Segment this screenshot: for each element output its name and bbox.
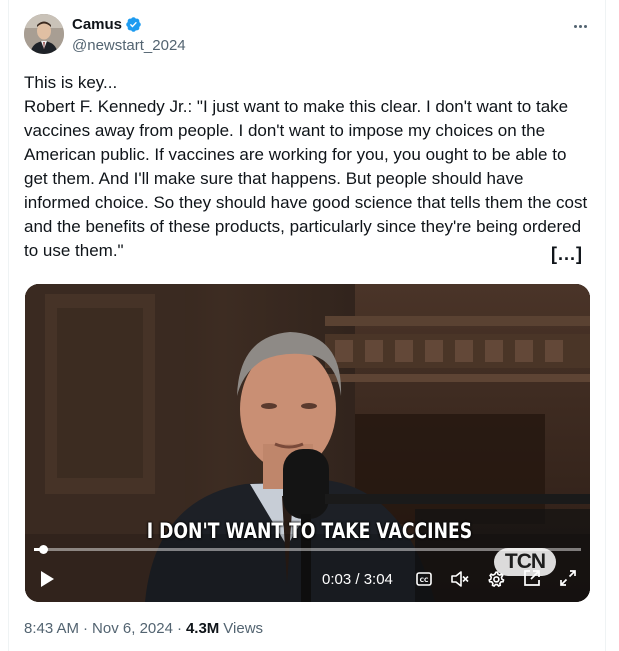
avatar[interactable]: [24, 14, 64, 54]
captions-icon[interactable]: CC: [416, 571, 432, 592]
tweet-time[interactable]: 8:43 AM: [24, 620, 79, 637]
play-icon[interactable]: [38, 570, 56, 593]
svg-text:CC: CC: [420, 577, 429, 584]
views-count[interactable]: 4.3M: [186, 620, 219, 637]
author-handle[interactable]: @newstart_2024: [72, 37, 186, 54]
tweet-meta: 8:43 AM · Nov 6, 2024 · 4.3M Views: [24, 620, 263, 637]
tweet-text: This is key... Robert F. Kennedy Jr.: "I…: [24, 73, 588, 260]
verified-badge-icon: [125, 16, 142, 33]
fullscreen-icon[interactable]: [559, 569, 577, 592]
video-time: 0:03 / 3:04: [322, 571, 393, 588]
meta-separator: ·: [83, 620, 89, 637]
author-name[interactable]: Camus: [72, 16, 122, 33]
meta-separator: ·: [176, 620, 182, 637]
more-options-icon[interactable]: [566, 14, 594, 38]
views-label[interactable]: Views: [223, 620, 263, 637]
popout-icon[interactable]: [523, 569, 541, 592]
settings-icon[interactable]: [487, 570, 505, 593]
mute-icon[interactable]: [451, 571, 469, 592]
show-more-link[interactable]: [...]: [551, 244, 583, 265]
video-progress-thumb[interactable]: [38, 545, 48, 554]
author-name-row: Camus: [72, 16, 142, 33]
tweet-date[interactable]: Nov 6, 2024: [92, 620, 173, 637]
